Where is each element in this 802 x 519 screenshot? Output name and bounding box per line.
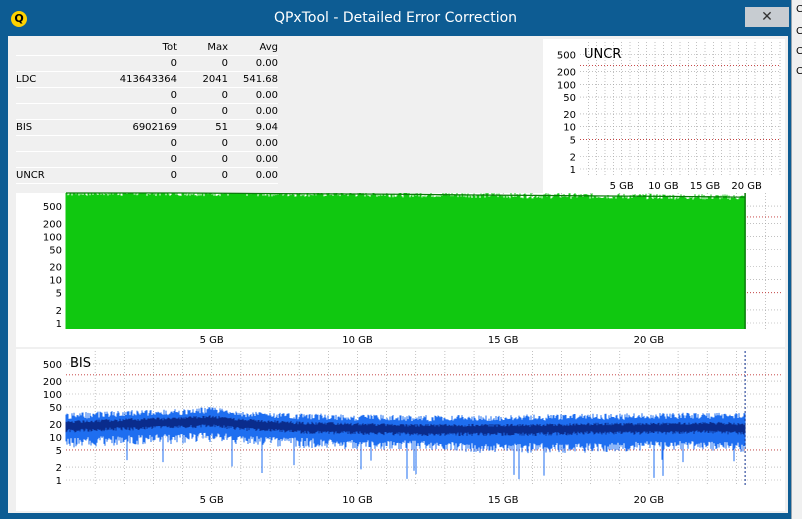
stats-max: 0 bbox=[221, 154, 228, 165]
stats-avg: 541.68 bbox=[243, 74, 278, 85]
background-window-strip: C C C C bbox=[791, 0, 802, 519]
stats-row: 0 0 0.00 bbox=[16, 88, 278, 104]
y-tick-label: 100 bbox=[557, 80, 576, 91]
stats-row: UNCR 0 0 0.00 bbox=[16, 168, 278, 184]
stats-max: 0 bbox=[221, 138, 228, 149]
y-tick-label: 10 bbox=[49, 433, 62, 444]
y-tick-label: 50 bbox=[563, 93, 576, 104]
y-tick-label: 50 bbox=[49, 245, 62, 256]
stats-tot: 413643364 bbox=[119, 74, 177, 85]
x-tick-label: 20 GB bbox=[731, 181, 762, 192]
y-tick-label: 1 bbox=[570, 165, 576, 176]
y-tick-label: 10 bbox=[563, 123, 576, 134]
stats-tot: 0 bbox=[170, 58, 177, 69]
y-tick-label: 10 bbox=[49, 276, 62, 287]
header-tot: Tot bbox=[162, 42, 177, 53]
y-tick-label: 200 bbox=[43, 219, 62, 230]
y-tick-label: 20 bbox=[49, 420, 62, 431]
y-tick-label: 5 bbox=[570, 135, 576, 146]
uncr-chart-svg: 5002001005020105215 GB 10 GB 15 GB 20 GBUNC… bbox=[557, 42, 781, 192]
error-correction-window: Q QPxTool - Detailed Error Correction ✕ … bbox=[0, 0, 791, 519]
x-tick-label: 10 GB bbox=[648, 181, 679, 192]
background-text: C bbox=[796, 26, 802, 37]
x-tick-label: 10 GB bbox=[342, 495, 373, 506]
y-tick-label: 200 bbox=[43, 377, 62, 388]
stats-tot: 0 bbox=[170, 170, 177, 181]
stats-label: BIS bbox=[16, 122, 33, 133]
y-tick-label: 500 bbox=[43, 360, 62, 371]
y-tick-label: 1 bbox=[56, 476, 62, 487]
title-bar[interactable]: Q QPxTool - Detailed Error Correction ✕ bbox=[0, 0, 791, 36]
stats-max: 2041 bbox=[202, 74, 228, 85]
stats-row: 0 0 0.00 bbox=[16, 104, 278, 120]
y-tick-label: 2 bbox=[570, 152, 576, 163]
stats-row: LDC 413643364 2041 541.68 bbox=[16, 72, 278, 88]
y-tick-label: 100 bbox=[43, 390, 62, 401]
stats-row: BIS 6902169 51 9.04 bbox=[16, 120, 278, 136]
uncr-chart-panel: 500 200 100 50 20 10 5 2 1 5 GB 10 GB 15 GB 20 GB UNC… bbox=[543, 39, 785, 193]
x-tick-label: 15 GB bbox=[488, 495, 519, 506]
stats-max: 0 bbox=[221, 170, 228, 181]
stats-tot: 0 bbox=[170, 138, 177, 149]
ldc-chart-svg: 5002001005020105215 GB10 GB15 GB20 GBLDC bbox=[43, 192, 783, 346]
x-tick-label: 10 GB bbox=[342, 335, 373, 346]
y-tick-label: 50 bbox=[49, 403, 62, 414]
y-tick-label: 500 bbox=[43, 202, 62, 213]
y-tick-label: 2 bbox=[56, 306, 62, 317]
x-tick-label: 15 GB bbox=[488, 335, 519, 346]
x-tick-label: 15 GB bbox=[690, 181, 721, 192]
stats-header-row: Tot Max Avg bbox=[16, 40, 278, 56]
y-tick-label: 5 bbox=[56, 446, 62, 457]
y-tick-label: 1 bbox=[56, 319, 62, 330]
background-text: C bbox=[796, 4, 802, 15]
stats-tot: 0 bbox=[170, 154, 177, 165]
stats-tot: 0 bbox=[170, 106, 177, 117]
header-avg: Avg bbox=[259, 42, 278, 53]
stats-row: 0 0 0.00 bbox=[16, 56, 278, 72]
header-max: Max bbox=[207, 42, 228, 53]
stats-avg: 0.00 bbox=[255, 170, 278, 181]
background-text: C bbox=[796, 46, 802, 57]
y-tick-label: 20 bbox=[49, 263, 62, 274]
window-title: QPxTool - Detailed Error Correction bbox=[273, 10, 518, 26]
stats-tot: 6902169 bbox=[132, 122, 177, 133]
x-tick-label: 5 GB bbox=[610, 181, 634, 192]
stats-label: LDC bbox=[16, 74, 37, 85]
y-tick-label: 5 bbox=[56, 289, 62, 300]
stats-table: Tot Max Avg 0 0 0.00 LDC 413643364 2041 … bbox=[16, 40, 278, 184]
stats-max: 0 bbox=[221, 58, 228, 69]
stats-max: 0 bbox=[221, 106, 228, 117]
y-tick-label: 200 bbox=[557, 68, 576, 79]
stats-avg: 0.00 bbox=[255, 154, 278, 165]
x-tick-label: 20 GB bbox=[634, 495, 665, 506]
y-tick-label: 2 bbox=[56, 463, 62, 474]
close-button[interactable]: ✕ bbox=[745, 7, 789, 27]
stats-max: 51 bbox=[215, 122, 228, 133]
bis-chart-svg: 5002001005020105215 GB 10 GB 15 GB 20 GBBIS bbox=[43, 351, 783, 506]
ldc-series bbox=[65, 193, 746, 329]
stats-label: UNCR bbox=[16, 170, 45, 181]
stats-avg: 9.04 bbox=[255, 122, 278, 133]
ldc-chart-panel: 5002001005020105215 GB10 GB15 GB20 GBLDC bbox=[16, 192, 785, 347]
bis-chart-panel: 500 200 100 50 20 10 5 2 1 5 GB 10 GB 15 GB 20 GB BIS bbox=[16, 349, 785, 511]
stats-max: 0 bbox=[221, 90, 228, 101]
stats-avg: 0.00 bbox=[255, 138, 278, 149]
x-tick-label: 5 GB bbox=[200, 495, 224, 506]
bis-chart-label: BIS bbox=[70, 356, 91, 371]
uncr-chart-label: UNCR bbox=[584, 47, 621, 62]
y-tick-label: 20 bbox=[563, 110, 576, 121]
y-tick-label: 100 bbox=[43, 232, 62, 243]
bis-series bbox=[65, 406, 746, 480]
x-tick-label: 5 GB bbox=[200, 335, 224, 346]
y-tick-label: 500 bbox=[557, 51, 576, 62]
background-text: C bbox=[796, 66, 802, 77]
stats-row: 0 0 0.00 bbox=[16, 136, 278, 152]
x-tick-label: 20 GB bbox=[634, 335, 665, 346]
window-client-area: Tot Max Avg 0 0 0.00 LDC 413643364 2041 … bbox=[8, 36, 788, 513]
stats-avg: 0.00 bbox=[255, 106, 278, 117]
stats-avg: 0.00 bbox=[255, 58, 278, 69]
stats-row: 0 0 0.00 bbox=[16, 152, 278, 168]
stats-avg: 0.00 bbox=[255, 90, 278, 101]
stats-tot: 0 bbox=[170, 90, 177, 101]
